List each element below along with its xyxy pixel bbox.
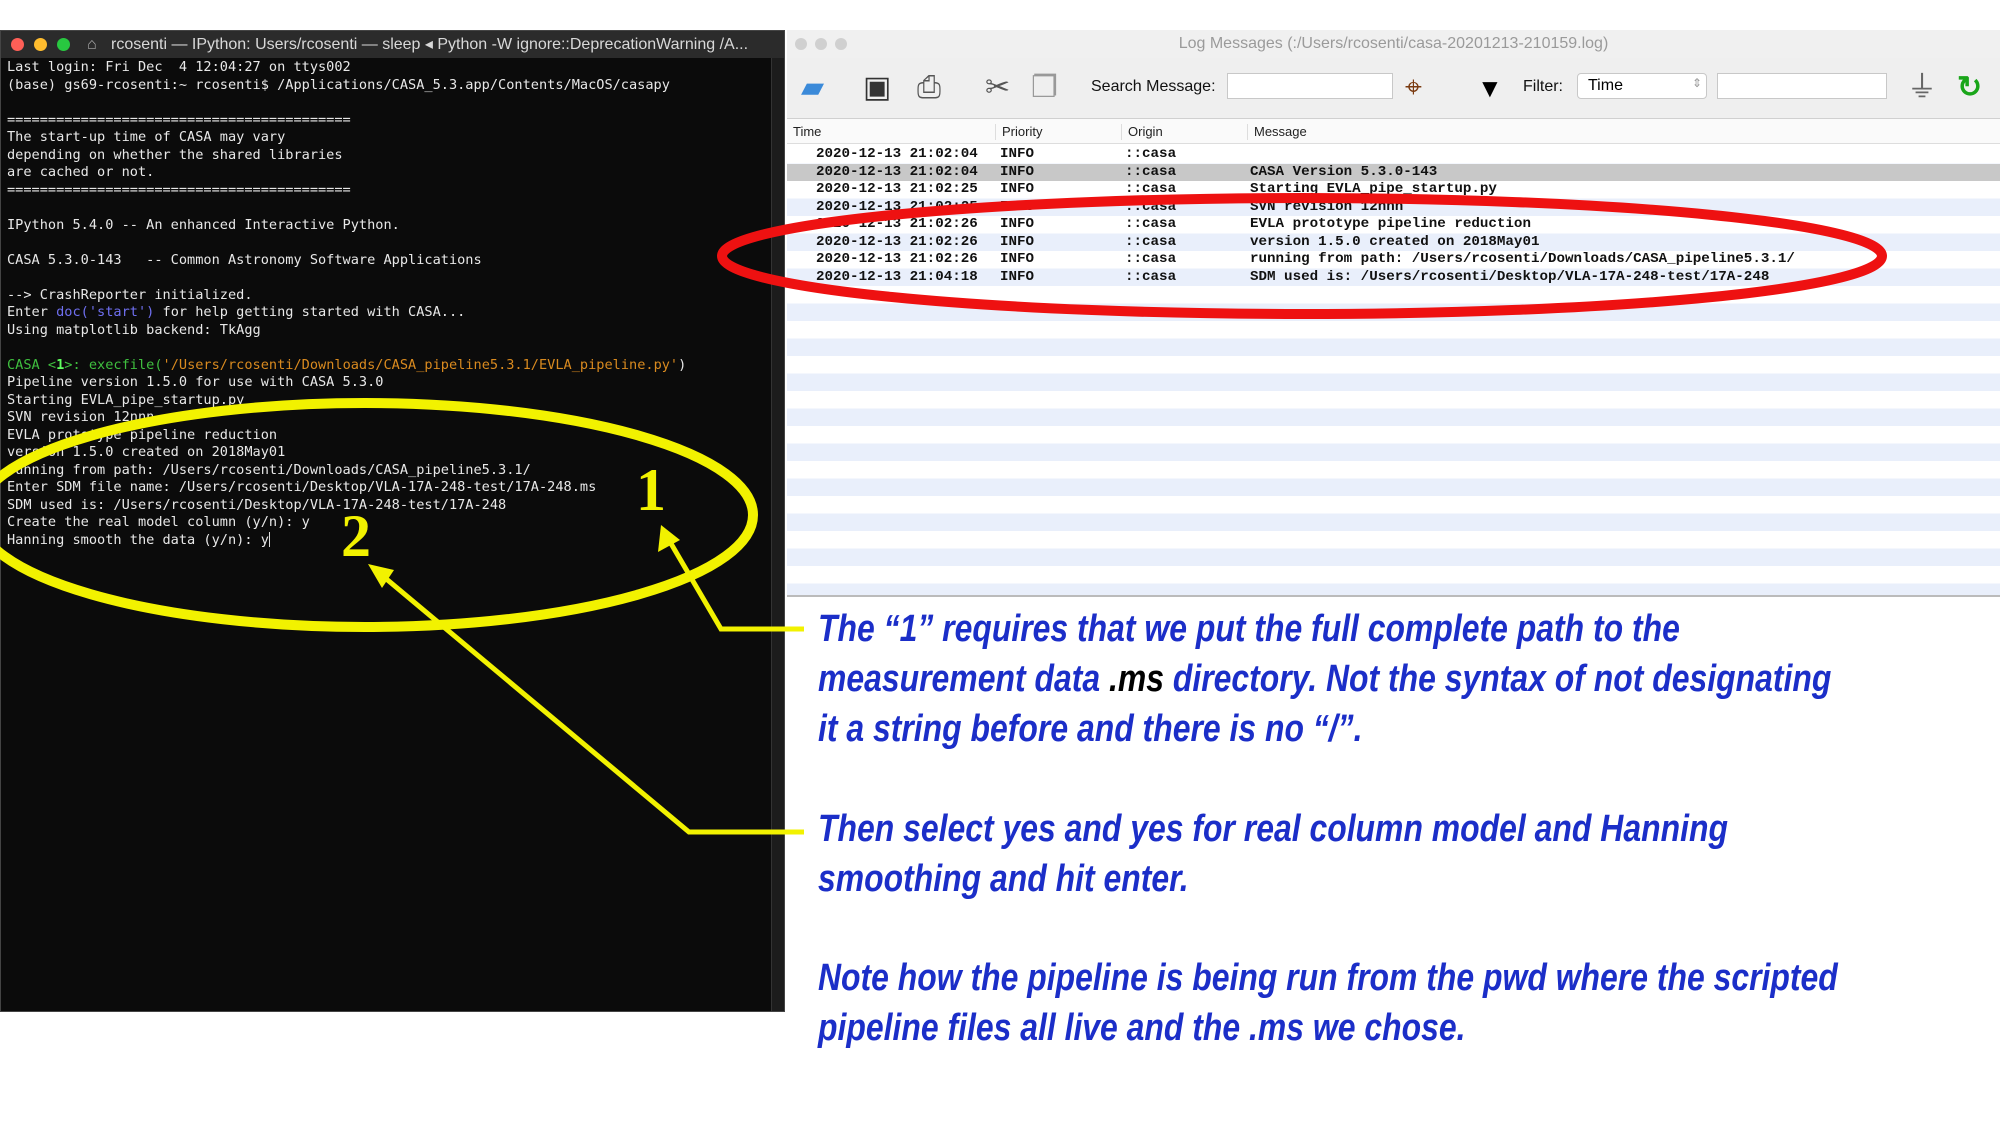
note-3: Note how the pipeline is being run from … (818, 953, 1838, 1053)
ms-highlight: .ms (1108, 658, 1164, 700)
note-3-line-1: Note how the pipeline is being run from … (818, 957, 1838, 999)
note-2: Then select yes and yes for real column … (818, 804, 1728, 904)
note-1-line-1: The “1” requires that we put the full co… (818, 608, 1680, 650)
note-1-line-2: measurement data .ms directory. Not the … (818, 654, 1831, 704)
arrow-1-head (658, 525, 680, 552)
red-highlight-ellipse (717, 193, 1887, 319)
note-1: The “1” requires that we put the full co… (818, 604, 1831, 754)
marker-1: 1 (636, 457, 666, 523)
marker-2: 2 (341, 503, 371, 569)
note-text: measurement data (818, 658, 1109, 700)
note-text: directory. Not the syntax of not designa… (1163, 658, 1832, 700)
note-1-line-3: it a string before and there is no “/”. (818, 708, 1363, 750)
note-2-line-2: smoothing and hit enter. (818, 858, 1189, 900)
note-3-line-2: pipeline files all live and the .ms we c… (818, 1007, 1466, 1049)
note-2-line-1: Then select yes and yes for real column … (818, 808, 1728, 850)
